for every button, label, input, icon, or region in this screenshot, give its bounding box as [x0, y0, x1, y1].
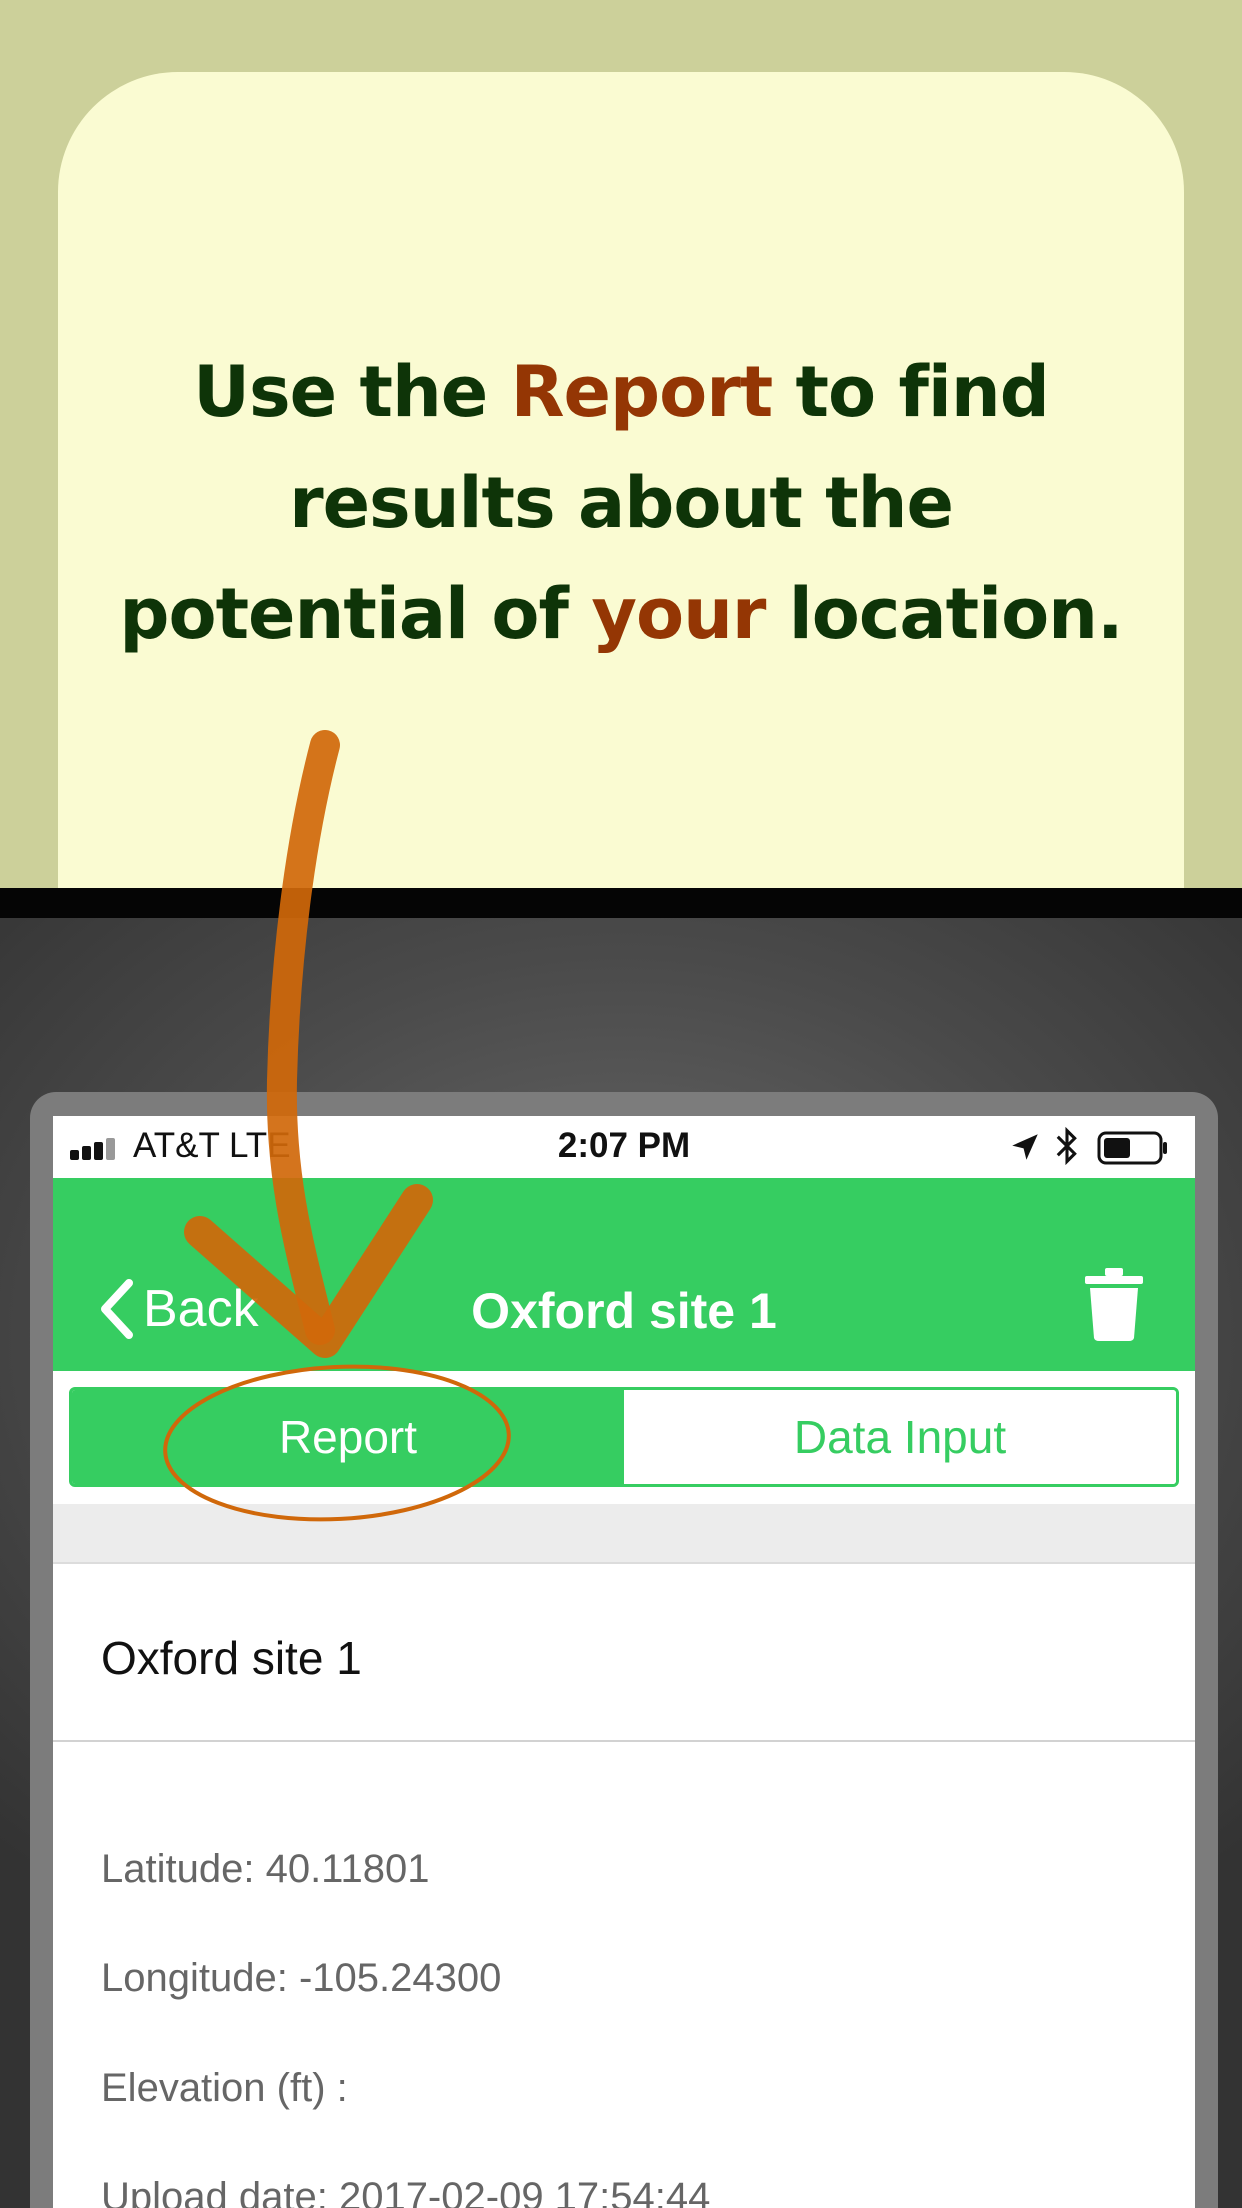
- caption-highlight-your: your: [591, 573, 766, 655]
- caption-card: Use the Report to find results about the…: [58, 72, 1184, 890]
- caption-text-segment: to find: [772, 351, 1050, 433]
- section-separator: [53, 1504, 1195, 1564]
- caption-text-segment: location.: [765, 573, 1124, 655]
- navigation-bar: Back Oxford site 1: [53, 1178, 1195, 1371]
- segmented-control: Report Data Input: [69, 1387, 1179, 1487]
- divider-bar: [0, 888, 1242, 918]
- nav-title: Oxford site 1: [471, 1283, 777, 1339]
- caption-text-segment: Use the: [193, 351, 511, 433]
- caption-line-3: potential of your location.: [58, 559, 1184, 670]
- caption-text-segment: potential of: [119, 573, 592, 655]
- caption-line-1: Use the Report to find: [58, 337, 1184, 448]
- caption-text: Use the Report to find results about the…: [58, 337, 1184, 670]
- elevation-text: Elevation (ft) :: [101, 2066, 348, 2110]
- latitude-text: Latitude: 40.11801: [101, 1847, 430, 1891]
- bluetooth-icon: [1056, 1126, 1077, 1166]
- caption-line-2: results about the: [289, 462, 954, 544]
- trash-icon[interactable]: [1083, 1266, 1145, 1342]
- tab-data-input[interactable]: Data Input: [624, 1390, 1176, 1484]
- app-screen: AT&T LTE 2:07 PM Back Oxford site 1 Repo…: [53, 1116, 1195, 2208]
- site-name: Oxford site 1: [101, 1632, 362, 1684]
- battery-icon: [1097, 1131, 1167, 1165]
- status-bar: AT&T LTE 2:07 PM: [53, 1116, 1195, 1178]
- tab-report[interactable]: Report: [72, 1390, 624, 1484]
- longitude-text: Longitude: -105.24300: [101, 1956, 502, 2000]
- caption-highlight-report: Report: [510, 351, 774, 433]
- upload-date-text: Upload date: 2017-02-09 17:54:44: [101, 2175, 711, 2208]
- divider: [53, 1740, 1195, 1742]
- location-arrow-icon: [1012, 1134, 1038, 1160]
